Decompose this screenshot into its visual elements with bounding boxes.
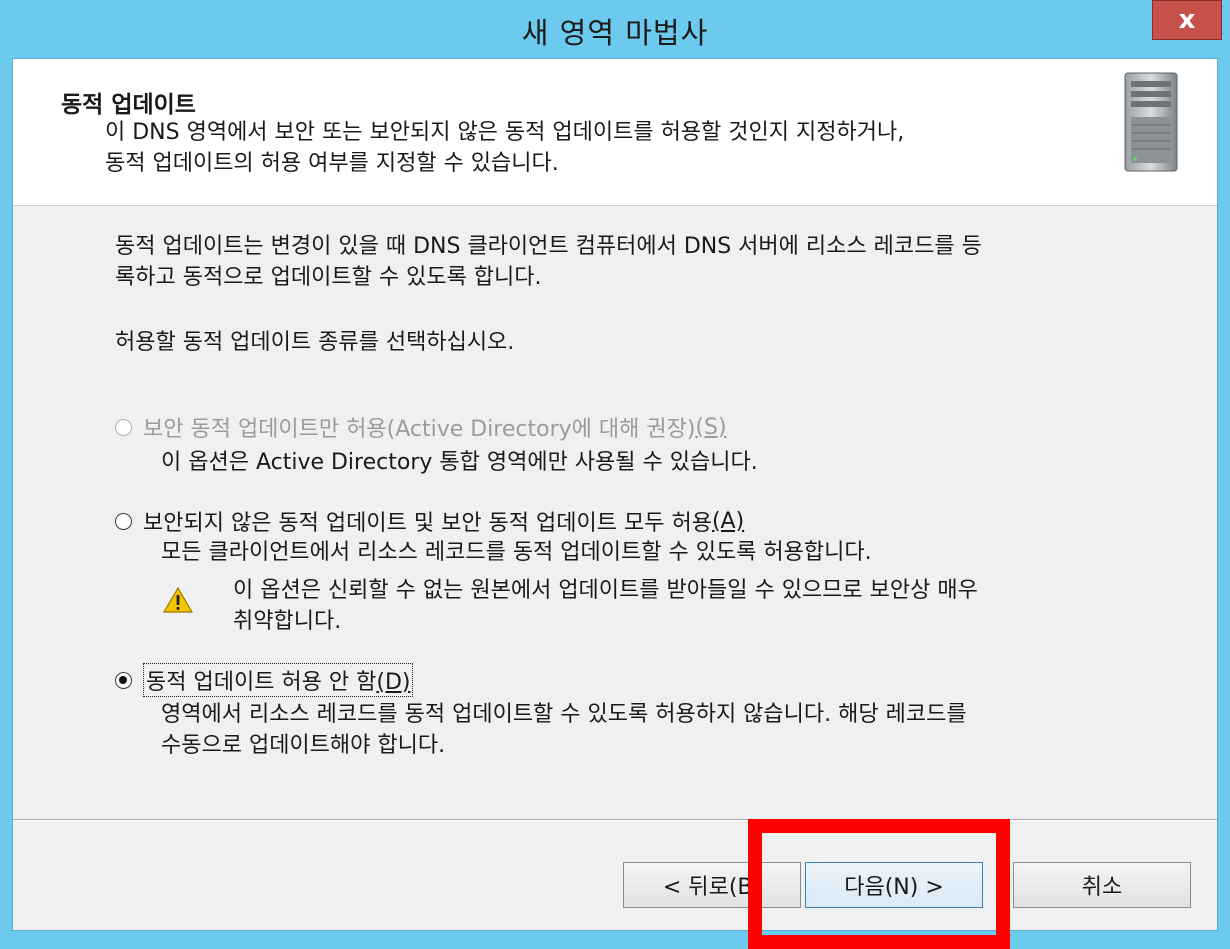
window-title: 새 영역 마법사 [521, 16, 709, 50]
option-secure-only-description: 이 옵션은 Active Directory 통합 영역에만 사용될 수 있습니… [161, 450, 758, 475]
wizard-client-area: 동적 업데이트 이 DNS 영역에서 보안 또는 보안되지 않은 동적 업데이트… [12, 58, 1218, 931]
option-allow-all-accel: (A) [711, 508, 745, 534]
option-disallow-description-line1: 영역에서 리소스 레코드를 동적 업데이트할 수 있도록 허용하지 않습니다. … [161, 702, 967, 727]
warning-line1: 이 옵션은 신뢰할 수 없는 원본에서 업데이트를 받아들일 수 있으므로 보안… [233, 578, 978, 603]
intro-line1: 동적 업데이트는 변경이 있을 때 DNS 클라이언트 컴퓨터에서 DNS 서버… [115, 234, 982, 259]
option-secure-only-label: 보안 동적 업데이트만 허용(Active Directory에 대해 권장) [143, 417, 696, 442]
option-disallow-accel: (D) [376, 670, 411, 695]
title-bar[interactable]: 새 영역 마법사 x [0, 0, 1230, 58]
close-button[interactable]: x [1152, 0, 1222, 40]
wizard-header: 동적 업데이트 이 DNS 영역에서 보안 또는 보안되지 않은 동적 업데이트… [13, 59, 1217, 206]
server-icon [1124, 72, 1178, 172]
radio-secure-only[interactable] [115, 418, 132, 436]
option-disallow[interactable]: 동적 업데이트 허용 안 함(D) [115, 663, 414, 697]
option-allow-all-label: 보안되지 않은 동적 업데이트 및 보안 동적 업데이트 모두 허용 [143, 511, 712, 536]
footer-divider [13, 819, 1217, 821]
close-icon: x [1178, 5, 1196, 35]
option-disallow-description: 영역에서 리소스 레코드를 동적 업데이트할 수 있도록 허용하지 않습니다. … [161, 699, 1181, 761]
next-button[interactable]: 다음(N) > [805, 862, 983, 908]
intro-line2: 록하고 동적으로 업데이트할 수 있도록 합니다. [115, 265, 542, 290]
warning-text: 이 옵션은 신뢰할 수 없는 원본에서 업데이트를 받아들일 수 있으므로 보안… [233, 575, 1173, 637]
page-title: 동적 업데이트 [61, 92, 196, 118]
back-button[interactable]: < 뒤로(B) [623, 862, 801, 908]
option-disallow-label: 동적 업데이트 허용 안 함 [146, 670, 377, 695]
cancel-button[interactable]: 취소 [1013, 862, 1191, 908]
intro-text: 동적 업데이트는 변경이 있을 때 DNS 클라이언트 컴퓨터에서 DNS 서버… [115, 231, 1175, 293]
option-secure-only[interactable]: 보안 동적 업데이트만 허용(Active Directory에 대해 권장)(… [115, 411, 727, 443]
selection-prompt: 허용할 동적 업데이트 종류를 선택하십시오. [115, 330, 515, 355]
page-description: 이 DNS 영역에서 보안 또는 보안되지 않은 동적 업데이트를 허용할 것인… [105, 117, 1115, 179]
radio-allow-all[interactable] [115, 512, 132, 530]
page-description-line2: 동적 업데이트의 허용 여부를 지정할 수 있습니다. [105, 151, 559, 176]
warning-icon [163, 586, 193, 613]
warning-line2: 취약합니다. [233, 609, 342, 634]
page-description-line1: 이 DNS 영역에서 보안 또는 보안되지 않은 동적 업데이트를 허용할 것인… [105, 120, 905, 145]
radio-disallow[interactable] [115, 671, 132, 689]
wizard-window: 새 영역 마법사 x 동적 업데이트 이 DNS 영역에서 보안 또는 보안되지… [0, 0, 1230, 949]
option-secure-only-accel: (S) [695, 414, 727, 440]
option-disallow-label-focus: 동적 업데이트 허용 안 함(D) [143, 663, 414, 697]
option-allow-all-description: 모든 클라이언트에서 리소스 레코드를 동적 업데이트할 수 있도록 허용합니다… [161, 540, 872, 565]
option-allow-all[interactable]: 보안되지 않은 동적 업데이트 및 보안 동적 업데이트 모두 허용 (A) [115, 505, 744, 537]
option-disallow-description-line2: 수동으로 업데이트해야 합니다. [161, 733, 446, 758]
